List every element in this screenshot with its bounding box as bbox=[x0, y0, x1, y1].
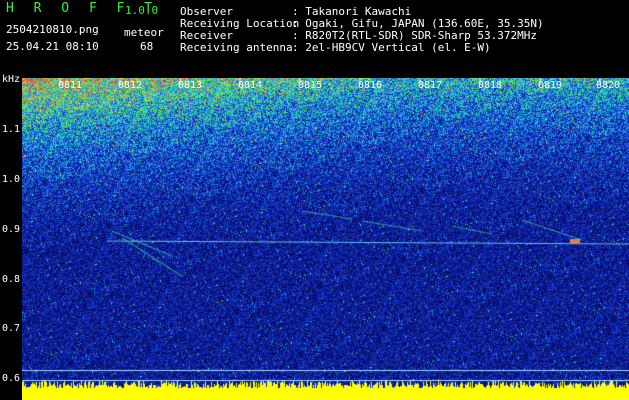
app-version: 1.0.0 bbox=[125, 4, 159, 17]
y-tick-0.6: 0.6 bbox=[2, 373, 21, 384]
x-tick-0814: 0814 bbox=[238, 80, 263, 91]
timestamp-label: 25.04.21 08:10 bbox=[6, 40, 99, 53]
y-tick-0.8: 0.8 bbox=[2, 274, 21, 285]
x-tick-0820: 0820 bbox=[596, 80, 621, 91]
y-tick-0.9: 0.9 bbox=[2, 224, 21, 235]
mode-label: meteor bbox=[124, 26, 164, 39]
x-tick-0815: 0815 bbox=[298, 80, 323, 91]
x-tick-0819: 0819 bbox=[538, 80, 563, 91]
antenna-value: : 2el-HB9CV Vertical (el. E-W) bbox=[292, 41, 491, 54]
x-tick-0818: 0818 bbox=[478, 80, 503, 91]
x-tick-0816: 0816 bbox=[358, 80, 383, 91]
spectrogram-canvas bbox=[22, 78, 629, 400]
x-tick-0812: 0812 bbox=[118, 80, 143, 91]
spectrogram bbox=[22, 78, 629, 400]
x-tick-0817: 0817 bbox=[418, 80, 443, 91]
y-axis-unit: kHz bbox=[2, 74, 21, 85]
filename-label: 2504210810.png bbox=[6, 23, 99, 36]
x-tick-0813: 0813 bbox=[178, 80, 203, 91]
y-tick-1.1: 1.1 bbox=[2, 124, 21, 135]
meteor-count: 68 bbox=[140, 40, 154, 53]
antenna-label: Receiving antenna bbox=[180, 41, 293, 54]
y-tick-1.0: 1.0 bbox=[2, 174, 21, 185]
x-tick-0811: 0811 bbox=[58, 80, 83, 91]
y-tick-0.7: 0.7 bbox=[2, 323, 21, 334]
